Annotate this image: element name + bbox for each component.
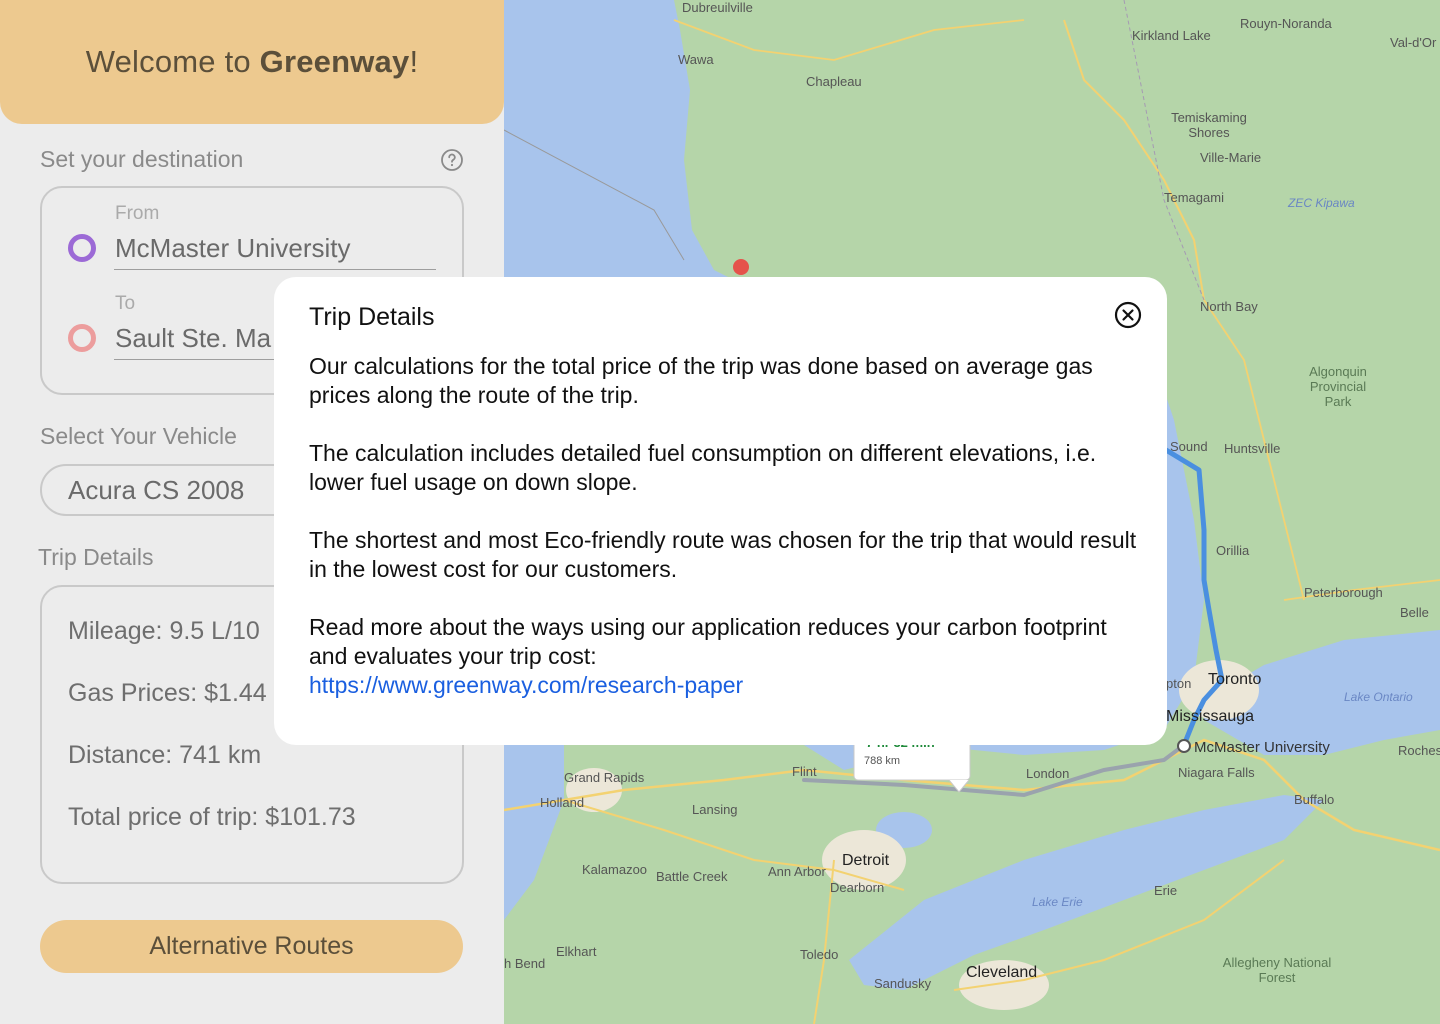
map-label-buffalo: Buffalo — [1294, 792, 1335, 807]
vehicle-section-label: Select Your Vehicle — [40, 423, 237, 449]
map-label-pton: pton — [1166, 676, 1192, 691]
gas-prices-text: Gas Prices: $1.44 — [68, 679, 267, 707]
map-label-mississauga: Mississauga — [1166, 708, 1255, 725]
map-label-peterborough: Peterborough — [1304, 585, 1383, 600]
map-label-niagara: Niagara Falls — [1178, 765, 1255, 780]
map-label-chapleau: Chapleau — [806, 74, 862, 89]
route-distance-label: 788 km — [864, 755, 901, 767]
research-paper-link[interactable]: https://www.greenway.com/research-paper — [309, 672, 743, 698]
map-label-annarbor: Ann Arbor — [768, 864, 826, 879]
distance-text: Distance: 741 km — [68, 741, 262, 769]
close-icon[interactable] — [1114, 301, 1142, 329]
modal-paragraph-research: Read more about the ways using our appli… — [309, 614, 1107, 669]
map-label-lansing: Lansing — [692, 802, 738, 817]
research-link-container: https://www.greenway.com/research-paper — [309, 671, 1149, 700]
modal-paragraph-pricing: Our calculations for the total price of … — [309, 353, 1093, 408]
map-label-lakeontario: Lake Ontario — [1344, 690, 1413, 704]
map-label-mcmaster: McMaster University — [1194, 739, 1330, 756]
map-label-dearborn: Dearborn — [830, 880, 885, 895]
map-label-kirkland: Kirkland Lake — [1132, 28, 1211, 43]
map-label-erie: Erie — [1154, 883, 1178, 898]
map-label-battlecreek: Battle Creek — [656, 869, 728, 884]
brand-name: Greenway — [259, 44, 410, 79]
destination-marker-icon — [68, 324, 96, 352]
map-label-valdor: Val-d'Or — [1390, 35, 1437, 50]
welcome-title: Welcome to Greenway! — [85, 44, 419, 79]
map-label-rouyn: Rouyn-Noranda — [1240, 16, 1332, 31]
trip-details-modal: Trip Details Our calculations for the to… — [274, 277, 1167, 745]
map-label-kalamazoo: Kalamazoo — [582, 862, 648, 877]
map-label-temagami: Temagami — [1164, 190, 1224, 205]
map-label-algonquin: Algonquin Provincial Park — [1309, 364, 1367, 409]
map-label-toronto: Toronto — [1208, 671, 1262, 688]
destination-section-label: Set your destination — [40, 146, 244, 172]
map-label-cleveland: Cleveland — [966, 964, 1038, 981]
modal-paragraph-fuel: The calculation includes detailed fuel c… — [309, 440, 1097, 495]
map-label-bend: h Bend — [504, 956, 546, 971]
to-input[interactable]: Sault Ste. Ma — [115, 323, 271, 354]
map-label-zec: ZEC Kipawa — [1288, 196, 1355, 210]
origin-marker-icon — [68, 234, 96, 262]
map-label-dubreuilville: Dubreuilville — [682, 0, 753, 15]
modal-title: Trip Details — [309, 303, 435, 331]
map-label-london: London — [1026, 766, 1070, 781]
modal-paragraph-route: The shortest and most Eco-friendly route… — [309, 527, 1137, 582]
map-label-holland: Holland — [540, 795, 585, 810]
map-label-temiskaming: Temiskaming Shores — [1171, 110, 1247, 140]
map-label-lakeerie: Lake Erie — [1032, 895, 1083, 909]
map-label-huntsville: Huntsville — [1224, 441, 1281, 456]
from-label: From — [115, 203, 160, 224]
to-underline — [114, 359, 274, 360]
from-input[interactable]: McMaster University — [115, 233, 350, 264]
map-label-northbay: North Bay — [1200, 299, 1258, 314]
map-label-wawa: Wawa — [678, 52, 714, 67]
vehicle-value: Acura CS 2008 — [68, 475, 245, 505]
to-label: To — [115, 293, 136, 314]
map-label-allegheny: Allegheny National Forest — [1222, 955, 1332, 985]
mileage-text: Mileage: 9.5 L/10 — [68, 617, 260, 645]
map-label-villemarie: Ville-Marie — [1200, 150, 1262, 165]
map-label-sound: Sound — [1170, 439, 1208, 454]
map-label-elkhart: Elkhart — [556, 944, 597, 959]
map-label-rochester: Rocheste — [1398, 743, 1440, 758]
map-label-detroit: Detroit — [842, 852, 890, 869]
map-label-toledo: Toledo — [800, 947, 839, 962]
alternative-routes-button[interactable]: Alternative Routes — [40, 920, 463, 973]
map-label-grandrapids: Grand Rapids — [564, 770, 645, 785]
map-label-flint: Flint — [792, 764, 817, 779]
from-underline — [114, 269, 436, 270]
trip-section-label: Trip Details — [38, 544, 154, 570]
welcome-header: Welcome to Greenway! — [0, 0, 504, 124]
map-label-orillia: Orillia — [1216, 543, 1250, 558]
total-price-text: Total price of trip: $101.73 — [68, 803, 356, 831]
help-icon[interactable] — [440, 148, 464, 172]
map-label-belle: Belle — [1400, 605, 1429, 620]
map-label-sandusky: Sandusky — [874, 976, 932, 991]
